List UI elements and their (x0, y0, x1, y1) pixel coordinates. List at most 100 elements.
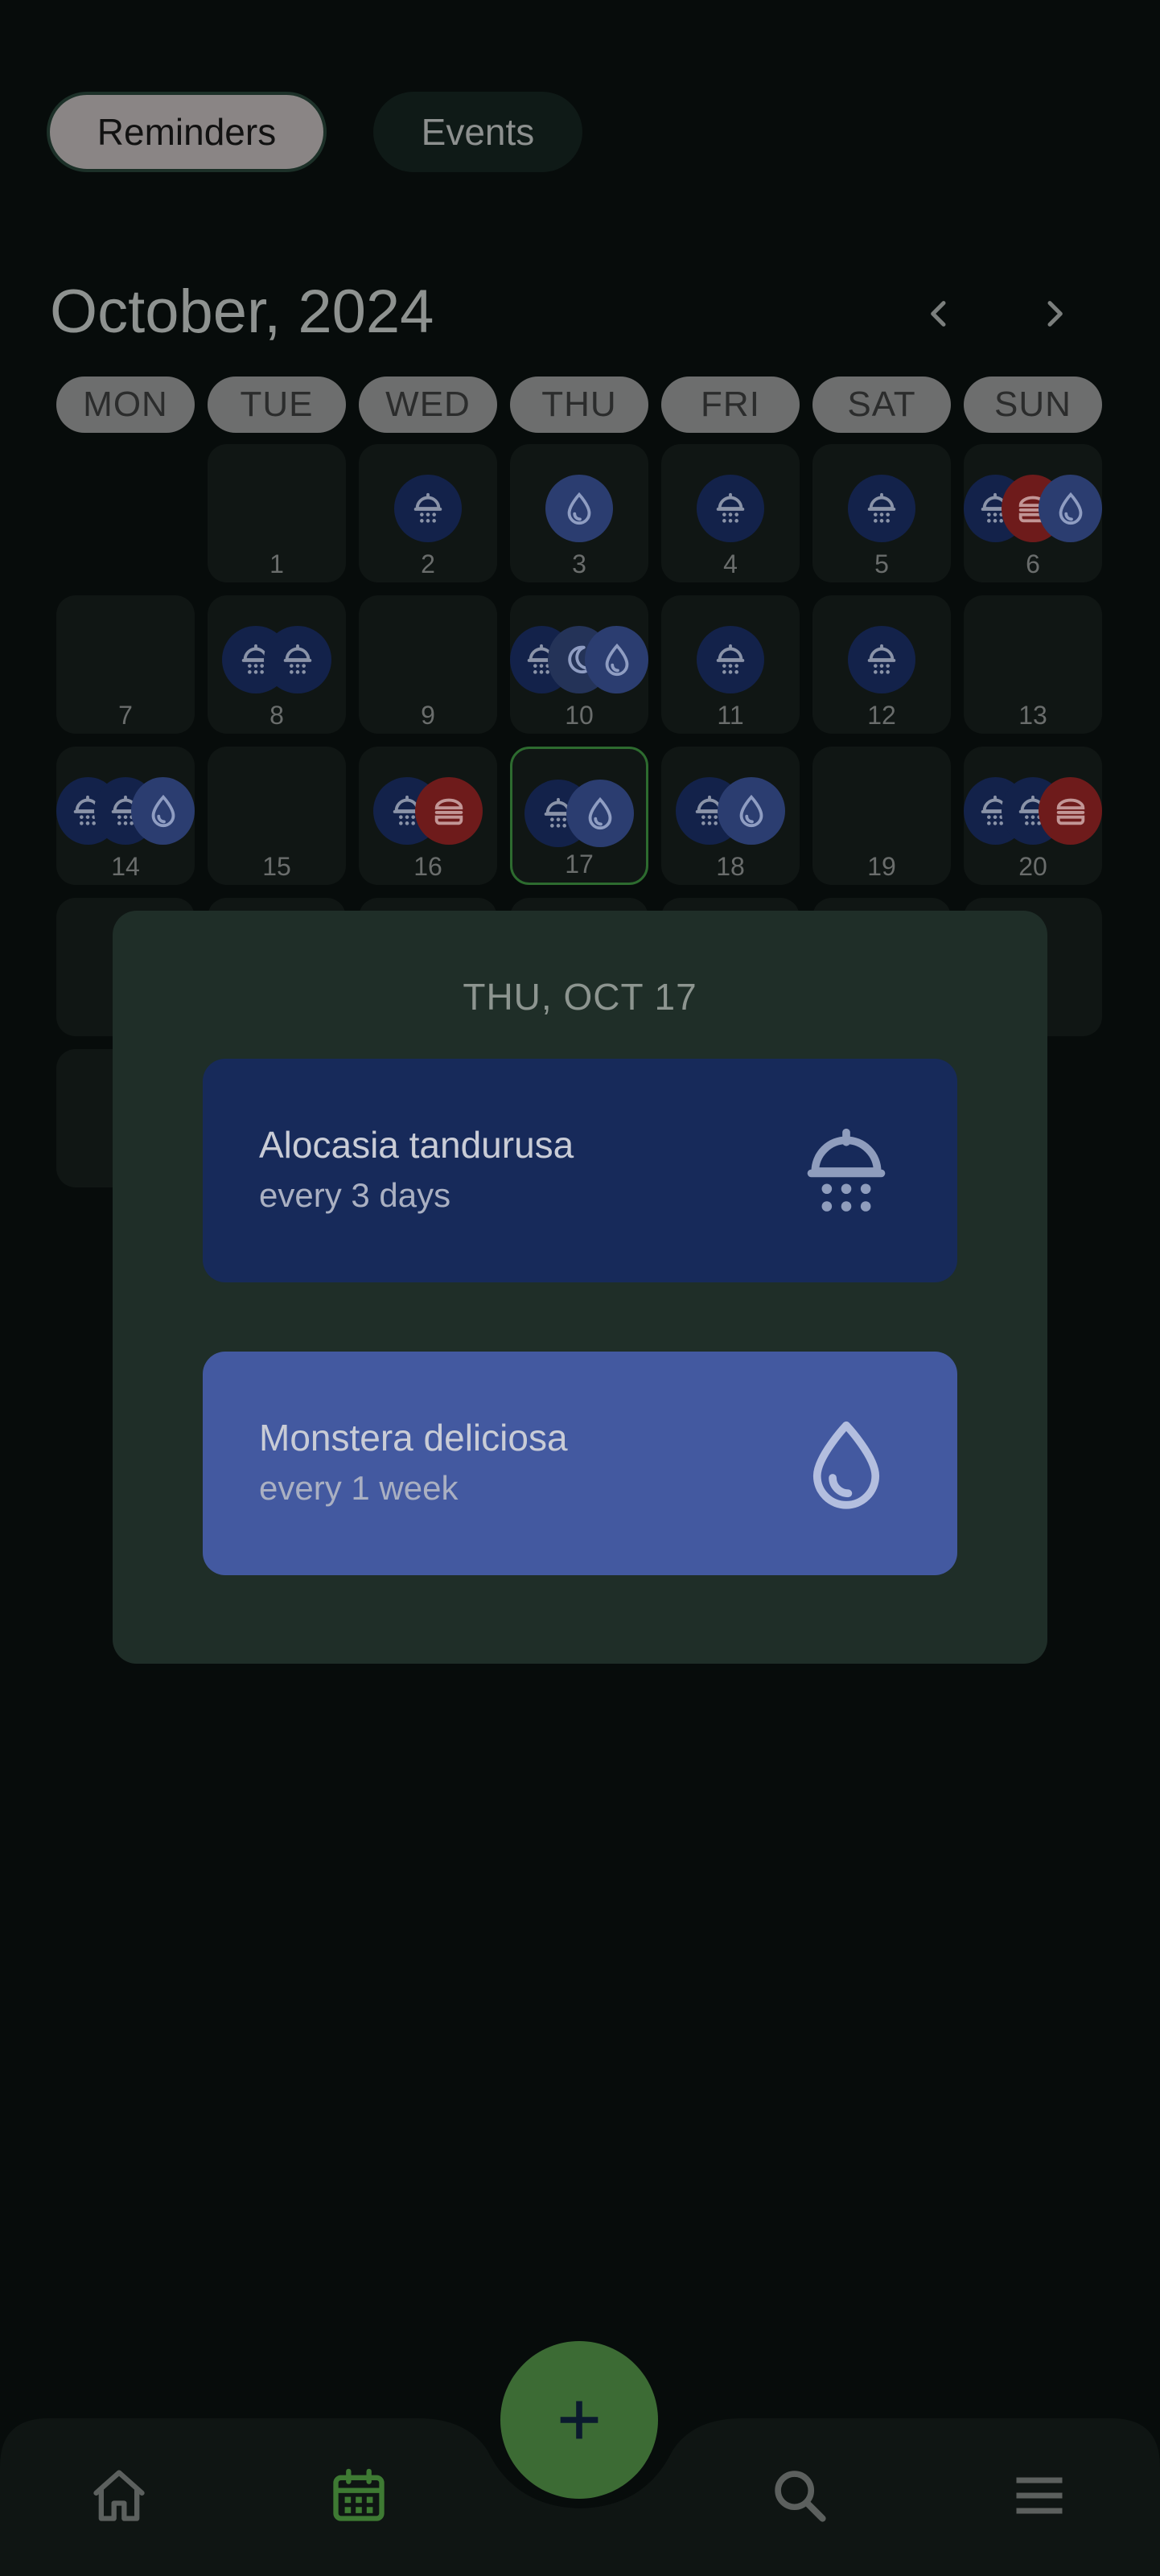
calendar-day-cell[interactable]: 9 (359, 595, 497, 734)
mist-icon (848, 626, 915, 693)
nav-home[interactable] (87, 2463, 151, 2528)
calendar-day-cell[interactable]: 17 (510, 747, 648, 885)
calendar-day-cell[interactable]: 8 (208, 595, 346, 734)
calendar-day-cell[interactable]: 1 (208, 444, 346, 582)
day-number: 10 (565, 701, 594, 730)
water-drop-icon (812, 1421, 880, 1509)
weekday-label: WED (359, 377, 497, 433)
home-icon (93, 2470, 145, 2521)
weekday-label: FRI (661, 377, 800, 433)
nav-calendar[interactable] (327, 2463, 391, 2528)
day-number: 4 (723, 549, 738, 578)
day-reminder-icons (512, 780, 646, 847)
water-drop-icon (718, 777, 785, 845)
calendar-icon (333, 2468, 385, 2521)
reminder-card[interactable]: Alocasia tandurusa every 3 days (203, 1059, 957, 1282)
mist-icon (264, 626, 331, 693)
day-reminder-icons (812, 626, 951, 693)
day-reminder-icons (359, 777, 497, 845)
reminder-frequency: every 1 week (259, 1469, 459, 1507)
day-reminder-icons (510, 475, 648, 542)
day-number: 14 (111, 852, 140, 881)
day-number: 18 (716, 852, 745, 881)
calendar-day-cell[interactable]: 4 (661, 444, 800, 582)
calendar-day-cell[interactable]: 2 (359, 444, 497, 582)
calendar-day-cell[interactable]: 7 (56, 595, 195, 734)
day-number: 1 (269, 549, 284, 578)
reminder-frequency: every 3 days (259, 1176, 451, 1214)
tab-reminders[interactable]: Reminders (47, 92, 327, 172)
day-number: 16 (413, 852, 442, 881)
next-month-button[interactable] (1030, 282, 1078, 346)
day-number: 20 (1018, 852, 1047, 881)
shower-icon (807, 1128, 886, 1212)
water-drop-icon (585, 626, 649, 693)
calendar-day-cell[interactable]: 14 (56, 747, 195, 885)
menu-icon (1016, 2477, 1063, 2514)
day-reminder-icons (812, 475, 951, 542)
calendar-day-cell[interactable]: 20 (964, 747, 1103, 885)
day-reminder-icons (56, 777, 195, 845)
water-drop-icon (1039, 475, 1103, 542)
weekday-label: TUE (208, 377, 346, 433)
nav-menu[interactable] (1007, 2463, 1072, 2528)
reminder-event-toggle: Reminders Events (47, 92, 582, 172)
weekday-header: MON TUE WED THU FRI SAT SUN (56, 377, 1102, 433)
day-reminder-icons (510, 626, 649, 693)
day-detail-popup: THU, OCT 17 Alocasia tandurusa every 3 d… (113, 911, 1047, 1664)
day-reminder-icons (661, 475, 800, 542)
day-reminder-icons (964, 475, 1103, 542)
calendar-day-cell[interactable]: 5 (812, 444, 951, 582)
mist-icon (394, 475, 462, 542)
day-number: 2 (421, 549, 435, 578)
weekday-label: MON (56, 377, 195, 433)
add-icon (560, 2401, 599, 2439)
day-number: 11 (717, 701, 744, 730)
calendar-day-cell[interactable]: 3 (510, 444, 648, 582)
day-number: 3 (572, 549, 586, 578)
day-number: 8 (269, 701, 284, 730)
calendar-day-cell[interactable]: 10 (510, 595, 649, 734)
calendar-day-cell[interactable]: 6 (964, 444, 1103, 582)
calendar-day-cell[interactable]: 12 (812, 595, 951, 734)
day-number: 12 (867, 701, 896, 730)
nav-search[interactable] (767, 2463, 832, 2528)
calendar-day-cell[interactable]: 13 (964, 595, 1102, 734)
water-drop-icon (566, 780, 634, 847)
calendar-day-cell[interactable]: 19 (812, 747, 951, 885)
chevron-right-icon (1047, 301, 1063, 327)
day-number: 19 (867, 852, 896, 881)
reminder-card[interactable]: Monstera deliciosa every 1 week (203, 1352, 957, 1575)
day-reminder-icons (964, 777, 1103, 845)
add-reminder-button[interactable] (500, 2341, 658, 2499)
day-number: 7 (118, 701, 133, 730)
plant-name: Monstera deliciosa (259, 1417, 568, 1459)
fertilizer-icon (1039, 777, 1103, 845)
calendar-day-cell[interactable]: 11 (661, 595, 800, 734)
day-number: 5 (874, 549, 889, 578)
mist-icon (697, 475, 764, 542)
mist-icon (848, 475, 915, 542)
month-title: October, 2024 (50, 278, 434, 346)
day-reminder-icons (661, 626, 800, 693)
weekday-label: THU (510, 377, 648, 433)
water-drop-icon (545, 475, 613, 542)
chevron-left-icon (931, 301, 946, 327)
calendar-day-cell (56, 444, 195, 582)
day-reminder-icons (661, 777, 800, 845)
previous-month-button[interactable] (915, 282, 964, 346)
day-number: 6 (1026, 549, 1040, 578)
calendar-day-cell[interactable]: 16 (359, 747, 497, 885)
search-icon (775, 2471, 826, 2522)
fertilizer-icon (415, 777, 483, 845)
tab-events[interactable]: Events (373, 92, 582, 172)
weekday-label: SAT (812, 377, 951, 433)
water-drop-icon (131, 777, 195, 845)
weekday-label: SUN (964, 377, 1102, 433)
calendar-day-cell[interactable]: 15 (208, 747, 346, 885)
day-reminder-icons (359, 475, 497, 542)
calendar-day-cell[interactable]: 18 (661, 747, 800, 885)
mist-icon (697, 626, 764, 693)
plant-name: Alocasia tandurusa (259, 1124, 574, 1166)
day-number: 9 (421, 701, 435, 730)
